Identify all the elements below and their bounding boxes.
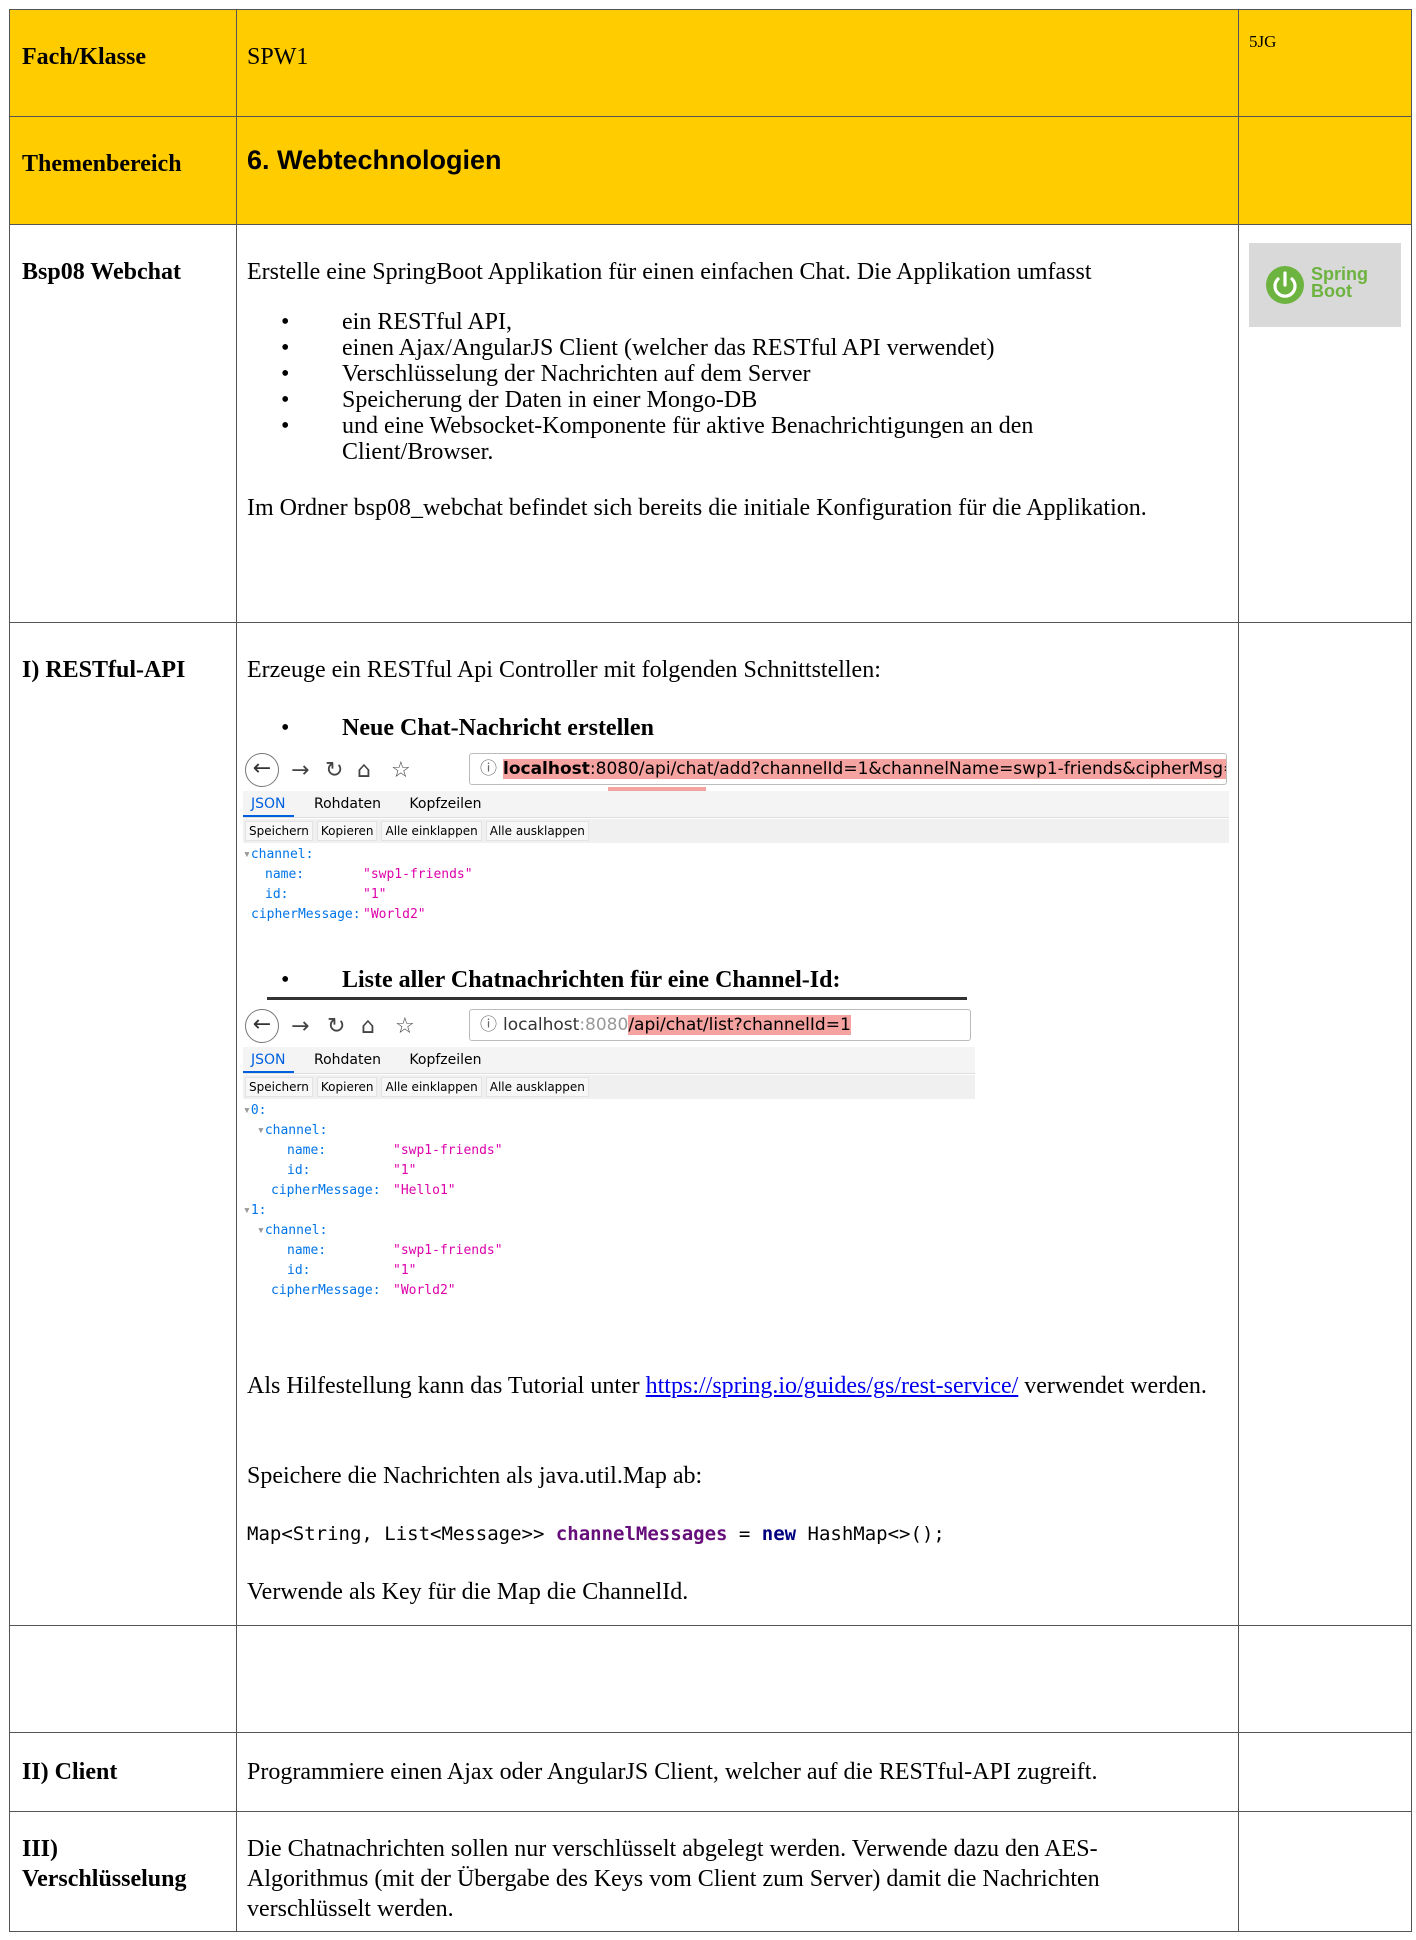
json-value: "1" [393, 1163, 417, 1178]
map-text: Speichere die Nachrichten als java.util.… [247, 1463, 703, 1489]
list-item: und eine Websocket-Komponente für aktive… [247, 413, 1218, 465]
code-text: HashMap<>(); [796, 1523, 945, 1545]
info-icon: ⓘ [480, 1015, 497, 1035]
bookmark-star-icon[interactable]: ☆ [391, 756, 411, 786]
collapse-all-button[interactable]: Alle einklappen [381, 1077, 482, 1097]
fach-label: Fach/Klasse [9, 9, 237, 117]
crypto-label-line: Verschlüsselung [22, 1866, 187, 1892]
client-text: Programmiere einen Ajax oder AngularJS C… [236, 1732, 1239, 1812]
json-value: "World2" [363, 907, 426, 922]
help-text: verwendet werden. [1018, 1373, 1207, 1399]
home-icon[interactable]: ⌂ [357, 756, 371, 786]
intro-note: Im Ordner bsp08_webchat befindet sich be… [247, 495, 1147, 521]
forward-icon[interactable]: → [291, 756, 309, 786]
code-text: = [727, 1523, 762, 1545]
bookmark-star-icon[interactable]: ☆ [395, 1012, 415, 1042]
code-text: Map<String, List<Message>> [247, 1523, 556, 1545]
url-host: localhost [503, 1015, 580, 1035]
fach-value: SPW1 [236, 9, 1239, 117]
rest-label: I) RESTful-API [9, 622, 237, 1626]
url-bar[interactable]: ⓘ localhost:8080/api/chat/list?channelId=… [469, 1009, 971, 1041]
crypto-text: Die Chatnachrichten sollen nur verschlüs… [236, 1811, 1239, 1932]
json-key: channel: [250, 847, 314, 862]
json-index: 1: [250, 1203, 267, 1218]
tab-headers[interactable]: Kopfzeilen [401, 791, 489, 817]
tab-headers[interactable]: Kopfzeilen [401, 1047, 489, 1073]
themen-label: Themenbereich [9, 116, 237, 225]
url-path: :8080/api/chat/add?channelId=1&channelNa… [589, 759, 1227, 779]
json-value: "Hello1" [393, 1183, 456, 1198]
crypto-label: III) Verschlüsselung [9, 1811, 237, 1932]
intro-label: Bsp08 Webchat [9, 224, 237, 623]
list-item: einen Ajax/AngularJS Client (welcher das… [247, 335, 1218, 361]
help-text: Als Hilfestellung kann das Tutorial unte… [247, 1373, 646, 1399]
logo-word-boot: Boot [1311, 281, 1352, 301]
json-value: "1" [363, 887, 387, 902]
list-item: ein RESTful API, [247, 309, 1218, 335]
tab-json[interactable]: JSON [243, 793, 294, 817]
crypto-label-line: III) [22, 1836, 59, 1862]
bullet-add-message: Neue Chat-Nachricht erstellen [247, 713, 654, 743]
collapse-all-button[interactable]: Alle einklappen [381, 821, 482, 841]
intro-text: Erstelle eine SpringBoot Applikation für… [247, 259, 1092, 285]
json-key: channel: [264, 1223, 328, 1238]
json-index: 0: [250, 1103, 267, 1118]
expand-all-button[interactable]: Alle ausklappen [485, 821, 589, 841]
copy-button[interactable]: Kopieren [316, 1077, 378, 1097]
json-key: id: [265, 887, 289, 902]
back-icon[interactable]: ← [245, 1009, 279, 1043]
code-line: Map<String, List<Message>> channelMessag… [247, 1519, 945, 1549]
tab-raw[interactable]: Rohdaten [306, 791, 389, 817]
back-icon[interactable]: ← [245, 753, 279, 787]
themen-value: 6. Webtechnologien [247, 145, 502, 175]
json-value: "swp1-friends" [363, 867, 473, 882]
save-button[interactable]: Speichern [245, 1077, 313, 1097]
expand-all-button[interactable]: Alle ausklappen [485, 1077, 589, 1097]
json-value: "1" [393, 1263, 417, 1278]
json-key: id: [287, 1263, 311, 1278]
json-key: id: [287, 1163, 311, 1178]
json-key: name: [287, 1243, 327, 1258]
klasse-value: 5JG [1238, 9, 1412, 117]
code-variable: channelMessages [555, 1523, 728, 1545]
url-port: :8080 [579, 1015, 629, 1035]
key-text: Verwende als Key für die Map die Channel… [247, 1579, 689, 1605]
json-key: cipherMessage: [271, 1283, 381, 1298]
assignment-table: Fach/Klasse SPW1 5JG Themenbereich 6. We… [9, 9, 1412, 1932]
json-value: "World2" [393, 1283, 456, 1298]
reload-icon[interactable]: ↻ [325, 756, 343, 786]
json-value: "swp1-friends" [393, 1243, 503, 1258]
tab-json[interactable]: JSON [243, 1049, 294, 1073]
json-key: name: [287, 1143, 327, 1158]
forward-icon[interactable]: → [291, 1012, 309, 1042]
client-label: II) Client [9, 1732, 237, 1812]
list-item: Verschlüsselung der Nachrichten auf dem … [247, 361, 1218, 387]
spring-boot-logo: Spring Boot [1249, 243, 1401, 327]
browser-screenshot-list: ← → ↻ ⌂ ☆ ⓘ localhost:8080/api/chat/list?… [243, 1003, 975, 1323]
home-icon[interactable]: ⌂ [361, 1012, 375, 1042]
list-item: Speicherung der Daten in einer Mongo-DB [247, 387, 1218, 413]
url-host: localhost [503, 759, 590, 779]
tab-raw[interactable]: Rohdaten [306, 1047, 389, 1073]
url-path: /api/chat/list?channelId=1 [628, 1015, 851, 1035]
browser-screenshot-add: ← → ↻ ⌂ ☆ ⓘ localhost:8080/api/chat/add?c… [243, 747, 1229, 972]
tutorial-link[interactable]: https://spring.io/guides/gs/rest-service… [646, 1373, 1019, 1399]
copy-button[interactable]: Kopieren [316, 821, 378, 841]
json-key: cipherMessage: [271, 1183, 381, 1198]
save-button[interactable]: Speichern [245, 821, 313, 841]
json-key: name: [265, 867, 305, 882]
info-icon: ⓘ [480, 759, 497, 779]
bullet-list-messages: Liste aller Chatnachrichten für eine Cha… [247, 965, 840, 995]
rest-intro: Erzeuge ein RESTful Api Controller mit f… [247, 657, 881, 683]
feature-list: ein RESTful API, einen Ajax/AngularJS Cl… [247, 309, 1218, 465]
help-paragraph: Als Hilfestellung kann das Tutorial unte… [247, 1371, 1222, 1401]
json-key: cipherMessage: [251, 907, 361, 922]
url-bar[interactable]: ⓘ localhost:8080/api/chat/add?channelId=1… [469, 753, 1227, 785]
json-value: "swp1-friends" [393, 1143, 503, 1158]
code-keyword: new [761, 1523, 797, 1545]
reload-icon[interactable]: ↻ [327, 1012, 345, 1042]
json-key: channel: [264, 1123, 328, 1138]
